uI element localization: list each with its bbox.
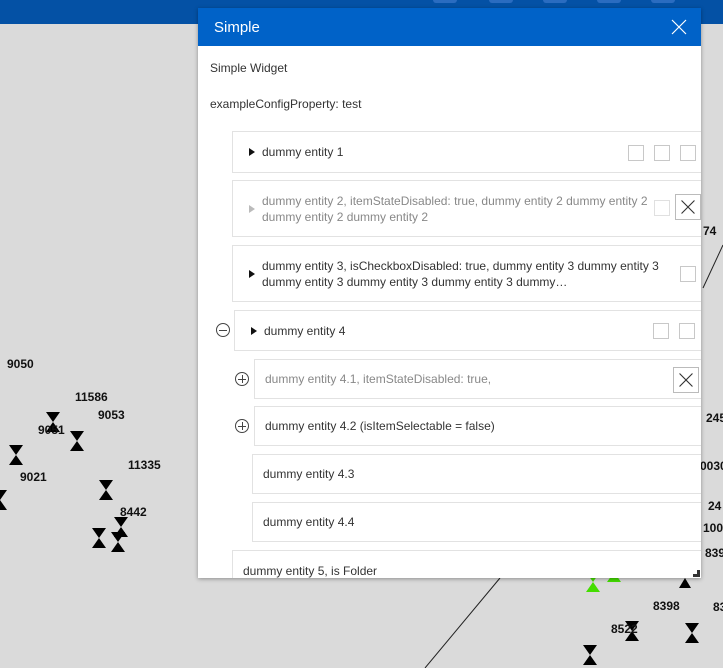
tree-item-4-4[interactable]: dummy entity 4.4 [252,502,701,542]
map-label: 24 [708,499,722,513]
expand-circle-icon[interactable] [235,419,249,433]
tree-item-3[interactable]: dummy entity 3, isCheckboxDisabled: true… [232,245,701,302]
close-icon[interactable] [675,194,701,220]
resize-handle[interactable] [693,570,700,577]
map-label: 74 [703,224,717,238]
checkbox[interactable] [628,145,644,161]
item-label: dummy entity 4 [264,323,346,338]
map-label: 8398 [653,599,680,613]
map-label: 8522 [611,622,638,636]
map-marker-icon[interactable] [9,445,23,465]
widget-subtitle: Simple Widget [210,61,288,75]
checkbox[interactable] [653,323,669,339]
map-line [424,577,501,668]
map-label: 8442 [120,505,147,519]
map-marker-icon[interactable] [70,431,84,451]
map-marker-icon[interactable] [685,623,699,643]
close-icon[interactable] [673,367,699,393]
item-label: dummy entity 5, is Folder [243,564,378,578]
item-label: dummy entity 2, itemStateDisabled: true,… [262,193,648,224]
map-label: 839 [705,546,723,560]
simple-widget-panel: Simple Simple Widget exampleConfigProper… [198,8,701,578]
map-label: 9050 [7,357,34,371]
map-marker-icon[interactable] [583,645,597,665]
checkbox[interactable] [680,266,696,282]
tree-item-2[interactable]: dummy entity 2, itemStateDisabled: true,… [232,180,701,237]
item-label: dummy entity 4.1, itemStateDisabled: tru… [265,372,492,386]
map-label: 11335 [128,458,161,472]
tree-item-4-3[interactable]: dummy entity 4.3 [252,454,701,494]
tree-item-5[interactable]: dummy entity 5, is Folder [232,550,701,578]
item-label: dummy entity 4.3 [263,467,355,481]
item-label: dummy entity 3, isCheckboxDisabled: true… [262,258,659,289]
tree-item-4-2[interactable]: dummy entity 4.2 (isItemSelectable = fal… [254,406,701,446]
map-marker-icon[interactable] [0,490,7,510]
collapse-circle-icon[interactable] [216,323,230,337]
expand-arrow-icon[interactable] [251,326,257,335]
map-marker-icon[interactable] [99,480,113,500]
expand-arrow-icon[interactable] [249,148,255,156]
item-label: dummy entity 1 [262,145,344,159]
map-label: 9053 [98,408,125,422]
map-label: 11586 [75,390,108,404]
tree-item-4-1[interactable]: dummy entity 4.1, itemStateDisabled: tru… [254,359,701,399]
checkbox[interactable] [679,323,695,339]
map-line [702,244,723,289]
expand-circle-icon[interactable] [235,372,249,386]
map-label: 9051 [38,423,65,437]
map-label: 9021 [20,470,47,484]
map-label: 100 [703,521,723,535]
expand-arrow-icon [249,204,255,213]
item-label: dummy entity 4.4 [263,515,355,529]
tree-item-4[interactable]: dummy entity 4 [234,310,701,351]
map-label: 83 [713,600,723,614]
map-label: 0030 [700,459,723,473]
map-marker-icon[interactable] [679,578,691,588]
item-label: dummy entity 4.2 (isItemSelectable = fal… [265,419,495,433]
expand-arrow-icon[interactable] [249,269,255,278]
panel-title: Simple [214,18,260,36]
checkbox [654,200,670,216]
panel-header: Simple [198,8,701,46]
close-icon[interactable] [671,19,687,35]
map-label: 245 [706,411,723,425]
config-property: exampleConfigProperty: test [210,97,362,111]
tree-item-1[interactable]: dummy entity 1 [232,131,701,173]
map-marker-icon[interactable] [92,528,106,548]
checkbox[interactable] [680,145,696,161]
checkbox[interactable] [654,145,670,161]
